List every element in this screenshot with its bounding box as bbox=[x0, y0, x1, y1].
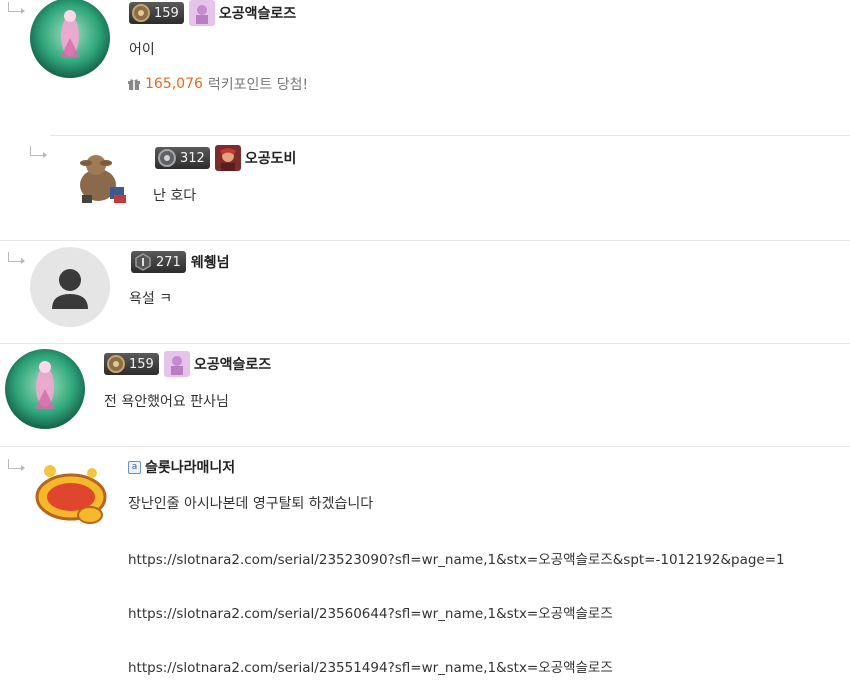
reply-arrow-icon bbox=[8, 252, 25, 264]
reply-arrow-icon bbox=[30, 146, 47, 158]
comment-item: a 슬롯나라매니저 장난인줄 아시나본데 영구탈퇴 하겠습니다 https://… bbox=[0, 447, 850, 688]
avatar[interactable] bbox=[30, 247, 110, 327]
comment-item: 271 웨췡넘 욕설 ㅋ bbox=[0, 241, 850, 343]
mini-avatar bbox=[188, 0, 215, 26]
lucky-point: 165,076 럭키포인트 당첨! bbox=[128, 74, 308, 94]
level-badge: 159 bbox=[129, 2, 184, 24]
comment-content: 전 욕안했어요 판사님 bbox=[104, 394, 229, 410]
reply-arrow-icon bbox=[8, 2, 25, 14]
level-badge: 271 bbox=[131, 251, 186, 273]
comment-link[interactable]: https://slotnara2.com/serial/23523090?sf… bbox=[128, 548, 785, 568]
level-badge: 312 bbox=[155, 147, 210, 169]
point-value: 165,076 bbox=[145, 76, 203, 92]
mini-avatar bbox=[214, 145, 241, 171]
comment-meta: 312 오공도비 bbox=[155, 145, 297, 171]
avatar[interactable] bbox=[30, 459, 112, 529]
comment-item: 159 오공액슬로즈 전 욕안했어요 판사님 bbox=[0, 344, 850, 446]
nickname[interactable]: 웨췡넘 bbox=[191, 252, 230, 272]
gift-icon bbox=[128, 79, 140, 90]
level-emblem-icon bbox=[107, 355, 125, 373]
level-number: 159 bbox=[154, 5, 179, 21]
comment-meta: a 슬롯나라매니저 bbox=[128, 455, 235, 479]
comment-link[interactable]: https://slotnara2.com/serial/23560644?sf… bbox=[128, 602, 613, 622]
nickname[interactable]: 오공도비 bbox=[245, 148, 297, 168]
level-number: 271 bbox=[156, 254, 181, 270]
point-text: 럭키포인트 당첨! bbox=[207, 77, 309, 93]
level-number: 159 bbox=[129, 356, 154, 372]
comment-content: 장난인줄 아시나본데 영구탈퇴 하겠습니다 bbox=[128, 496, 374, 512]
comment-content: 욕설 ㅋ bbox=[129, 291, 173, 307]
comment-item: 312 오공도비 난 호다 bbox=[0, 136, 850, 240]
avatar[interactable] bbox=[5, 349, 85, 429]
user-icon bbox=[59, 269, 81, 291]
nickname[interactable]: 슬롯나라매니저 bbox=[145, 457, 235, 477]
level-number: 312 bbox=[180, 150, 205, 166]
comment-meta: 271 웨췡넘 bbox=[131, 250, 229, 274]
comment-meta: 159 오공액슬로즈 bbox=[104, 351, 271, 377]
level-badge: 159 bbox=[104, 353, 159, 375]
nickname[interactable]: 오공액슬로즈 bbox=[219, 3, 296, 23]
comment-content: 난 호다 bbox=[153, 188, 197, 204]
avatar[interactable] bbox=[68, 145, 134, 211]
admin-icon: a bbox=[128, 460, 141, 474]
level-emblem-icon bbox=[132, 4, 150, 22]
comment-link[interactable]: https://slotnara2.com/serial/23551494?sf… bbox=[128, 656, 613, 676]
mini-avatar bbox=[163, 351, 190, 377]
comment-content: 어이 bbox=[129, 42, 155, 58]
reply-arrow-icon bbox=[8, 459, 25, 471]
avatar[interactable] bbox=[30, 0, 110, 78]
level-emblem-icon bbox=[135, 253, 151, 271]
level-emblem-icon bbox=[158, 149, 176, 167]
nickname[interactable]: 오공액슬로즈 bbox=[194, 354, 271, 374]
comment-meta: 159 오공액슬로즈 bbox=[129, 0, 296, 26]
comment-item: 159 오공액슬로즈 어이 165,076 럭키포인트 당첨! bbox=[0, 0, 850, 135]
